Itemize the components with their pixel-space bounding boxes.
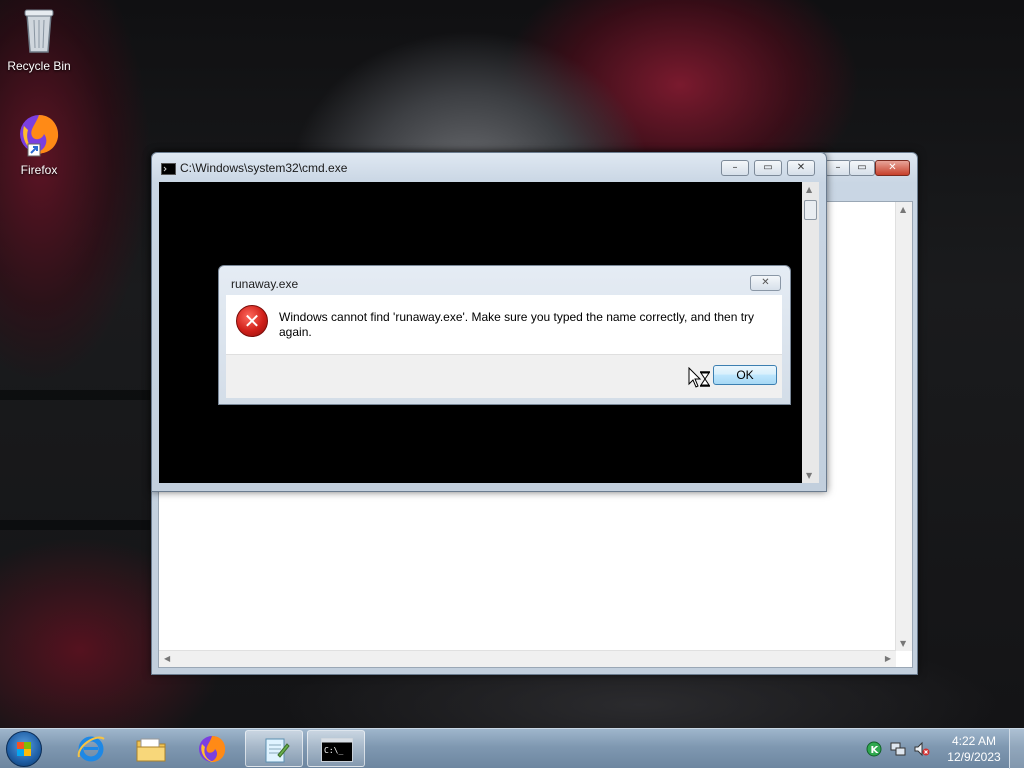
maximize-button[interactable]: ▭ [849, 160, 875, 176]
scroll-down-icon[interactable]: ▼ [900, 639, 906, 648]
taskbar-internet-explorer[interactable] [62, 730, 120, 767]
firefox-icon [20, 115, 59, 157]
cmd-icon [161, 163, 176, 175]
maximize-button[interactable]: ▭ [754, 160, 782, 176]
notepad-icon [265, 738, 290, 763]
file-explorer-icon [136, 738, 166, 762]
volume-muted-icon[interactable] [914, 741, 930, 757]
system-clock[interactable]: 4:22 AM 12/9/2023 [940, 733, 1008, 765]
svg-text:K: K [871, 745, 880, 756]
minimize-icon: – [732, 162, 738, 173]
network-icon[interactable] [890, 741, 906, 757]
scroll-down-icon[interactable]: ▼ [806, 471, 812, 480]
scroll-right-icon[interactable]: ▶ [885, 654, 891, 663]
wallpaper-stripe [0, 390, 150, 400]
desktop-icon-recycle-bin[interactable]: Recycle Bin [4, 6, 74, 73]
internet-explorer-icon [77, 736, 105, 762]
taskbar: C:\_ K 4:22 AM 12/9/2023 [0, 728, 1024, 769]
scroll-thumb[interactable] [804, 200, 817, 220]
taskbar-file-explorer[interactable] [122, 730, 180, 767]
vertical-scrollbar[interactable]: ▲ ▼ [802, 182, 819, 483]
close-icon: ✕ [796, 162, 806, 173]
cmd-icon-text: C:\_ [324, 746, 343, 755]
error-message: Windows cannot find 'runaway.exe'. Make … [279, 310, 755, 339]
maximize-icon: ▭ [763, 162, 773, 173]
start-button[interactable] [6, 731, 42, 767]
wallpaper-stripe [0, 520, 150, 530]
dialog-title: runaway.exe [231, 277, 299, 291]
firefox-icon [199, 736, 226, 763]
show-desktop-button[interactable] [1009, 729, 1024, 769]
desktop-icon-label: Firefox [20, 163, 58, 177]
ok-button[interactable]: OK [713, 365, 777, 385]
horizontal-scrollbar[interactable]: ◀ ▶ [159, 650, 896, 667]
taskbar-cmd[interactable]: C:\_ [307, 730, 365, 767]
recycle-bin-icon [24, 9, 54, 53]
close-icon: ✕ [888, 162, 897, 173]
kaspersky-icon[interactable]: K [866, 741, 882, 757]
maximize-icon: ▭ [857, 162, 867, 173]
scroll-up-icon[interactable]: ▲ [806, 185, 812, 194]
close-button[interactable]: ✕ [875, 160, 910, 176]
desktop-icon-firefox[interactable]: Firefox [4, 110, 74, 177]
cmd-icon: C:\_ [321, 738, 353, 762]
dialog-body: ✕ Windows cannot find 'runaway.exe'. Mak… [226, 295, 782, 354]
close-icon: ✕ [761, 277, 770, 288]
desktop-icon-label: Recycle Bin [7, 59, 71, 73]
close-button[interactable]: ✕ [787, 160, 815, 176]
taskbar-firefox[interactable] [183, 730, 241, 767]
vertical-scrollbar[interactable]: ▲ ▼ [895, 202, 912, 651]
minimize-button[interactable]: – [825, 160, 851, 176]
window-title: C:\Windows\system32\cmd.exe [180, 161, 348, 175]
error-icon: ✕ [236, 305, 268, 337]
scroll-left-icon[interactable]: ◀ [164, 654, 170, 663]
taskbar-notepad[interactable] [245, 730, 303, 767]
clock-date: 12/9/2023 [947, 750, 1001, 764]
scroll-up-icon[interactable]: ▲ [900, 205, 906, 214]
minimize-icon: – [835, 162, 841, 173]
busy-cursor-icon [688, 367, 710, 388]
dialog-close-button[interactable]: ✕ [750, 275, 781, 291]
clock-time: 4:22 AM [951, 734, 997, 748]
minimize-button[interactable]: – [721, 160, 749, 176]
